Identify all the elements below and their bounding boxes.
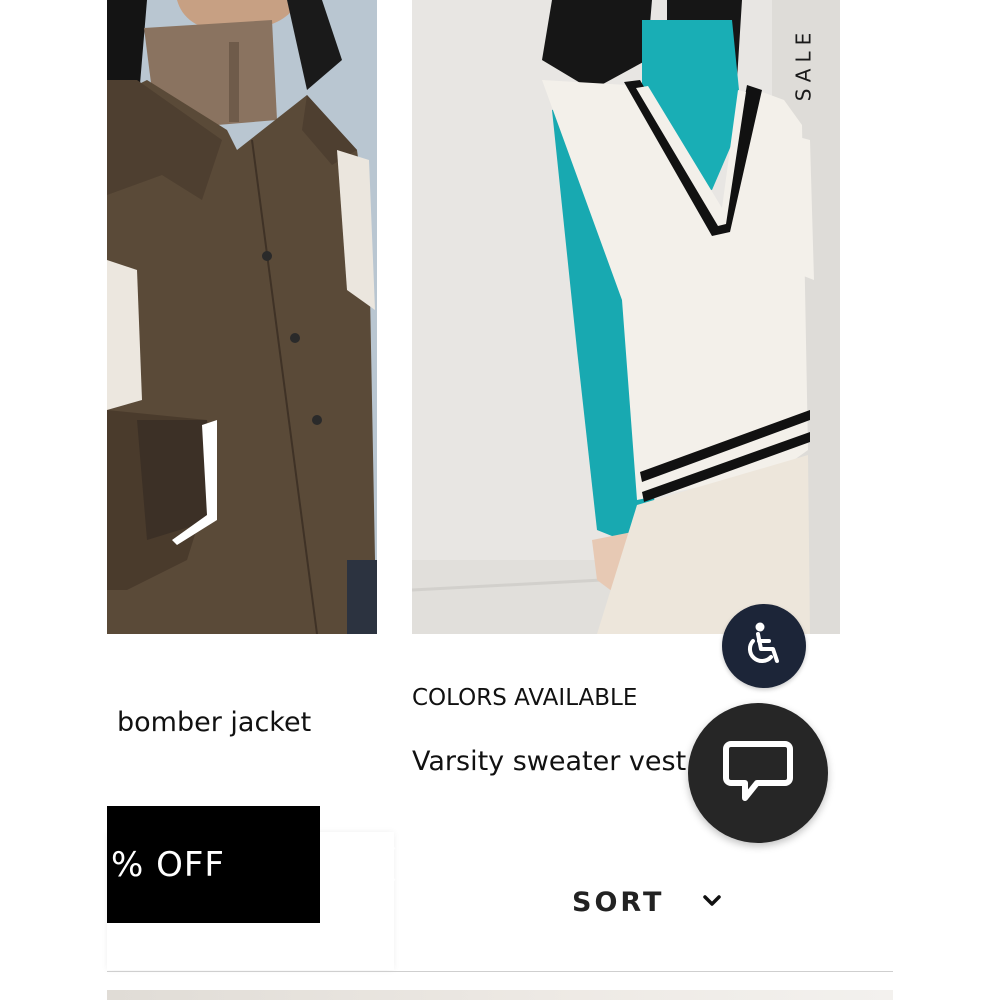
next-row-preview xyxy=(107,990,893,1000)
bomber-jacket-photo xyxy=(107,0,377,634)
promo-banner[interactable]: % OFF xyxy=(107,806,396,923)
divider xyxy=(107,971,893,972)
chat-bubble-icon xyxy=(723,740,793,806)
product-name-varsity-sweater-vest[interactable]: Varsity sweater vest xyxy=(412,746,686,777)
sort-label: SORT xyxy=(572,886,665,918)
sale-tag: SALE xyxy=(790,14,816,114)
sort-button[interactable]: SORT xyxy=(572,880,722,924)
promo-text: % OFF xyxy=(111,844,225,885)
accessibility-button[interactable] xyxy=(722,604,806,688)
chat-button[interactable] xyxy=(688,703,828,843)
product-image-varsity-sweater-vest[interactable] xyxy=(412,0,840,634)
colors-available-label: COLORS AVAILABLE xyxy=(412,685,638,711)
close-icon[interactable] xyxy=(354,841,400,887)
product-image-bomber-jacket[interactable] xyxy=(107,0,377,634)
product-name-bomber-jacket[interactable]: bomber jacket xyxy=(117,707,311,738)
wheelchair-icon xyxy=(739,619,789,673)
sale-tag-label: SALE xyxy=(791,26,815,102)
varsity-vest-photo xyxy=(412,0,840,634)
chevron-down-icon xyxy=(702,893,722,912)
